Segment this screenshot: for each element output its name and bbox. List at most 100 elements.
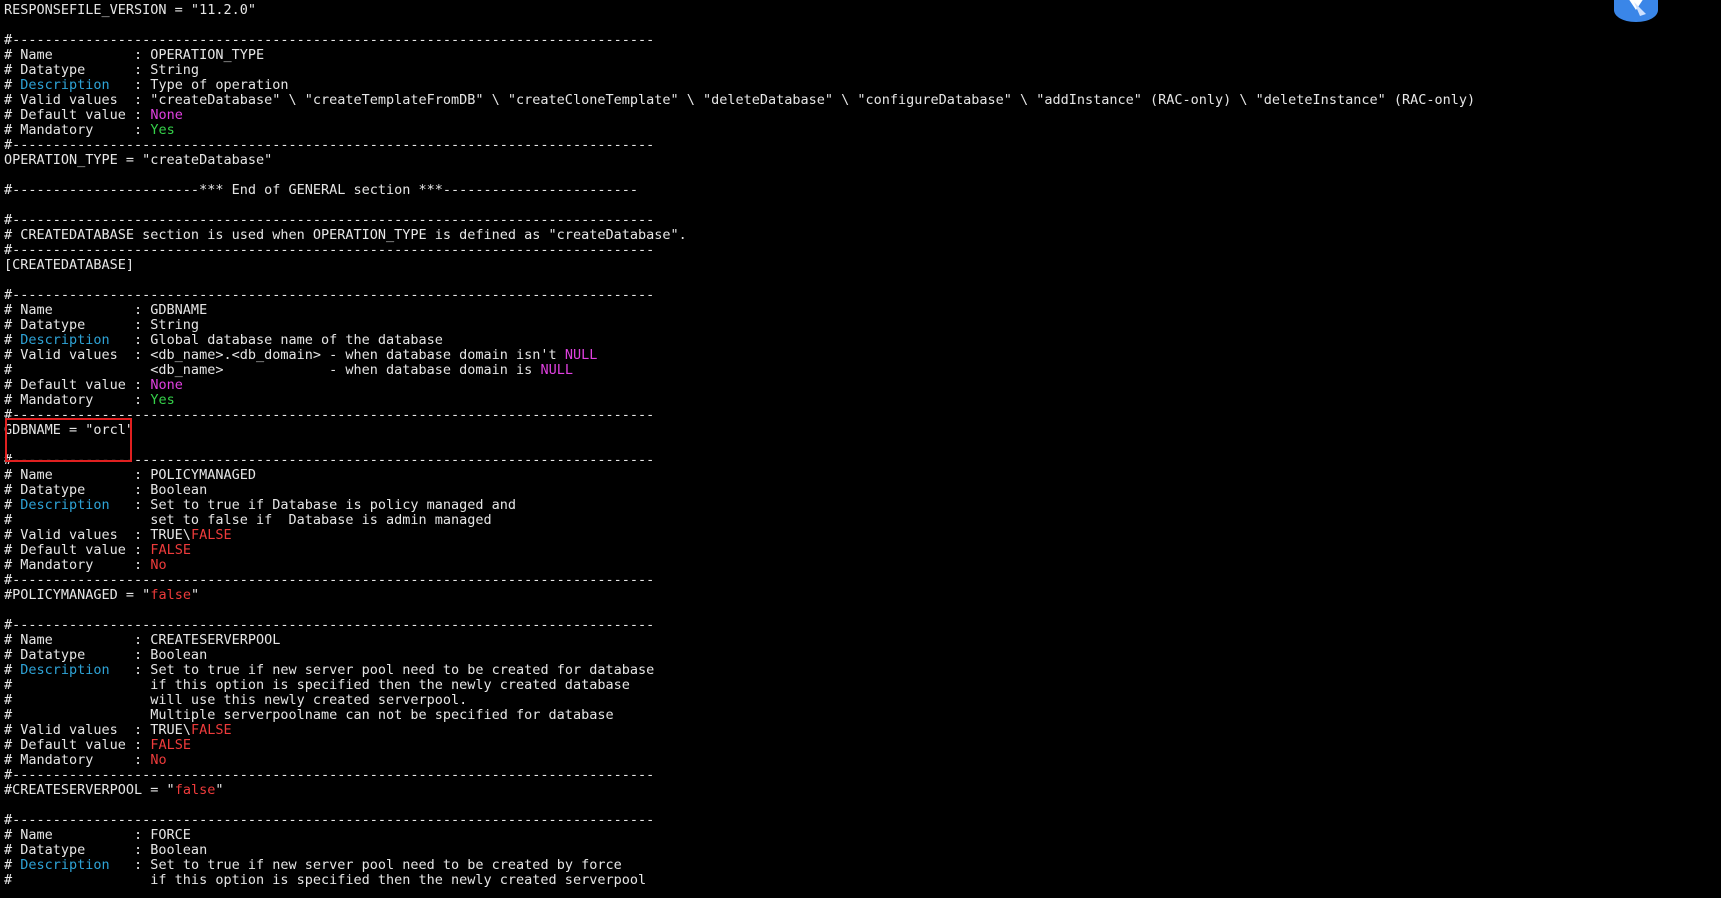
terminal-text-segment: Yes (150, 122, 175, 138)
terminal-text-segment: OPERATION_TYPE = "createDatabase" (4, 152, 273, 168)
terminal-text-segment: #---------------------------------------… (4, 572, 655, 588)
terminal-text-segment: FALSE (150, 542, 191, 558)
terminal-text-segment: # (4, 662, 21, 678)
terminal-text-segment: #---------------------------------------… (4, 137, 655, 153)
terminal-line: [CREATEDATABASE] (4, 258, 1475, 273)
terminal-line: # Name : CREATESERVERPOOL (4, 633, 1475, 648)
terminal-line: # Default value : None (4, 378, 1475, 393)
terminal-text-segment: # Datatype : String (4, 317, 200, 333)
terminal-text-segment: NULL (540, 362, 573, 378)
terminal-line: # Description : Set to true if new serve… (4, 858, 1475, 873)
terminal-line: # set to false if Database is admin mana… (4, 513, 1475, 528)
terminal-text-segment: #CREATESERVERPOOL = " (4, 782, 175, 798)
terminal-line: # Name : POLICYMANAGED (4, 468, 1475, 483)
blue-app-badge-icon[interactable] (1610, 0, 1662, 24)
terminal-line: # Datatype : Boolean (4, 648, 1475, 663)
terminal-line: # Description : Global database name of … (4, 333, 1475, 348)
terminal-line: # Mandatory : Yes (4, 393, 1475, 408)
terminal-text-segment: # if this option is specified then the n… (4, 872, 647, 888)
terminal-text-segment: : Type of operation (109, 77, 289, 93)
blue-app-badge-icon-graphic (1614, 0, 1658, 22)
terminal-line: # Valid values : <db_name>.<db_domain> -… (4, 348, 1475, 363)
terminal-line: # Datatype : Boolean (4, 483, 1475, 498)
terminal-text-segment: FALSE (190, 527, 232, 543)
terminal-line: #---------------------------------------… (4, 288, 1475, 303)
terminal-text-segment: #-----------------------*** End of GENER… (4, 182, 638, 198)
terminal-text-segment: #---------------------------------------… (4, 812, 655, 828)
terminal-line: # Mandatory : No (4, 558, 1475, 573)
terminal-text-segment: " (190, 587, 200, 603)
terminal-text-segment: # will use this newly created serverpool… (4, 692, 468, 708)
terminal-text-segment: # Valid values : <db_name>.<db_domain> -… (4, 347, 565, 363)
terminal-text-area[interactable]: RESPONSEFILE_VERSION = "11.2.0" #--------… (4, 3, 1475, 888)
terminal-line: RESPONSEFILE_VERSION = "11.2.0" (4, 3, 1475, 18)
terminal-text-segment: # Datatype : Boolean (4, 482, 208, 498)
terminal-text-segment: #---------------------------------------… (4, 452, 655, 468)
terminal-line: # Datatype : Boolean (4, 843, 1475, 858)
terminal-text-segment: # (4, 77, 21, 93)
terminal-text-segment: #---------------------------------------… (4, 242, 655, 258)
terminal-text-segment: [CREATEDATABASE] (4, 257, 135, 273)
terminal-text-segment: FALSE (190, 722, 232, 738)
terminal-text-segment: # if this option is specified then the n… (4, 677, 630, 693)
terminal-text-segment: # Name : POLICYMANAGED (4, 467, 256, 483)
terminal-text-segment: # Datatype : Boolean (4, 647, 208, 663)
terminal-text-segment: #---------------------------------------… (4, 212, 655, 228)
terminal-text-segment: # Name : FORCE (4, 827, 191, 843)
terminal-line: # CREATEDATABASE section is used when OP… (4, 228, 1475, 243)
terminal-text-segment: # Valid values : TRUE\ (4, 722, 191, 738)
terminal-text-segment: No (150, 752, 167, 768)
terminal-line: GDBNAME = "orcl" (4, 423, 1475, 438)
terminal-line: # Valid values : TRUE\FALSE (4, 528, 1475, 543)
terminal-line: # Name : FORCE (4, 828, 1475, 843)
terminal-line: # Default value : FALSE (4, 738, 1475, 753)
terminal-text-segment: " (215, 782, 224, 798)
terminal-text-segment: Description (20, 662, 110, 678)
terminal-text-segment: # Default value : (4, 107, 151, 123)
terminal-line: # Valid values : TRUE\FALSE (4, 723, 1475, 738)
terminal-text-segment: None (150, 107, 183, 123)
terminal-line: #POLICYMANAGED = "false" (4, 588, 1475, 603)
terminal-line: #CREATESERVERPOOL = "false" (4, 783, 1475, 798)
terminal-text-segment: # Default value : (4, 737, 151, 753)
terminal-text-segment: # Name : GDBNAME (4, 302, 208, 318)
terminal-line: # if this option is specified then the n… (4, 678, 1475, 693)
terminal-text-segment: false (150, 587, 191, 603)
terminal-text-segment: # <db_name> - when database domain is (4, 362, 541, 378)
terminal-text-segment: # (4, 332, 21, 348)
terminal-text-segment: #POLICYMANAGED = " (4, 587, 151, 603)
terminal-text-segment: Description (20, 77, 110, 93)
terminal-text-segment: Yes (150, 392, 175, 408)
terminal-text-segment: : Set to true if new server pool need to… (109, 857, 622, 873)
terminal-line: # Datatype : String (4, 63, 1475, 78)
terminal-line: # Mandatory : No (4, 753, 1475, 768)
terminal-text-segment: #---------------------------------------… (4, 767, 655, 783)
terminal-text-segment: # Mandatory : (4, 392, 151, 408)
terminal-line: OPERATION_TYPE = "createDatabase" (4, 153, 1475, 168)
terminal-window[interactable]: RESPONSEFILE_VERSION = "11.2.0" #--------… (0, 0, 1721, 898)
terminal-text-segment: Description (20, 857, 110, 873)
terminal-text-segment: RESPONSEFILE_VERSION = "11.2.0" (4, 2, 256, 18)
terminal-line: #---------------------------------------… (4, 33, 1475, 48)
terminal-text-segment: # Multiple serverpoolname can not be spe… (4, 707, 614, 723)
terminal-text-segment: GDBNAME = "orcl" (4, 422, 135, 438)
terminal-text-segment: # Datatype : String (4, 62, 200, 78)
terminal-line: #---------------------------------------… (4, 453, 1475, 468)
terminal-line: # Name : OPERATION_TYPE (4, 48, 1475, 63)
terminal-line: #-----------------------*** End of GENER… (4, 183, 1475, 198)
terminal-text-segment: #---------------------------------------… (4, 617, 655, 633)
terminal-line: # Default value : None (4, 108, 1475, 123)
terminal-text-segment: # (4, 857, 21, 873)
terminal-text-segment: : Global database name of the database (109, 332, 443, 348)
terminal-text-segment: #---------------------------------------… (4, 407, 655, 423)
terminal-text-segment: Description (20, 332, 110, 348)
terminal-line: # Mandatory : Yes (4, 123, 1475, 138)
terminal-text-segment: # Name : OPERATION_TYPE (4, 47, 265, 63)
terminal-text-segment: None (150, 377, 183, 393)
